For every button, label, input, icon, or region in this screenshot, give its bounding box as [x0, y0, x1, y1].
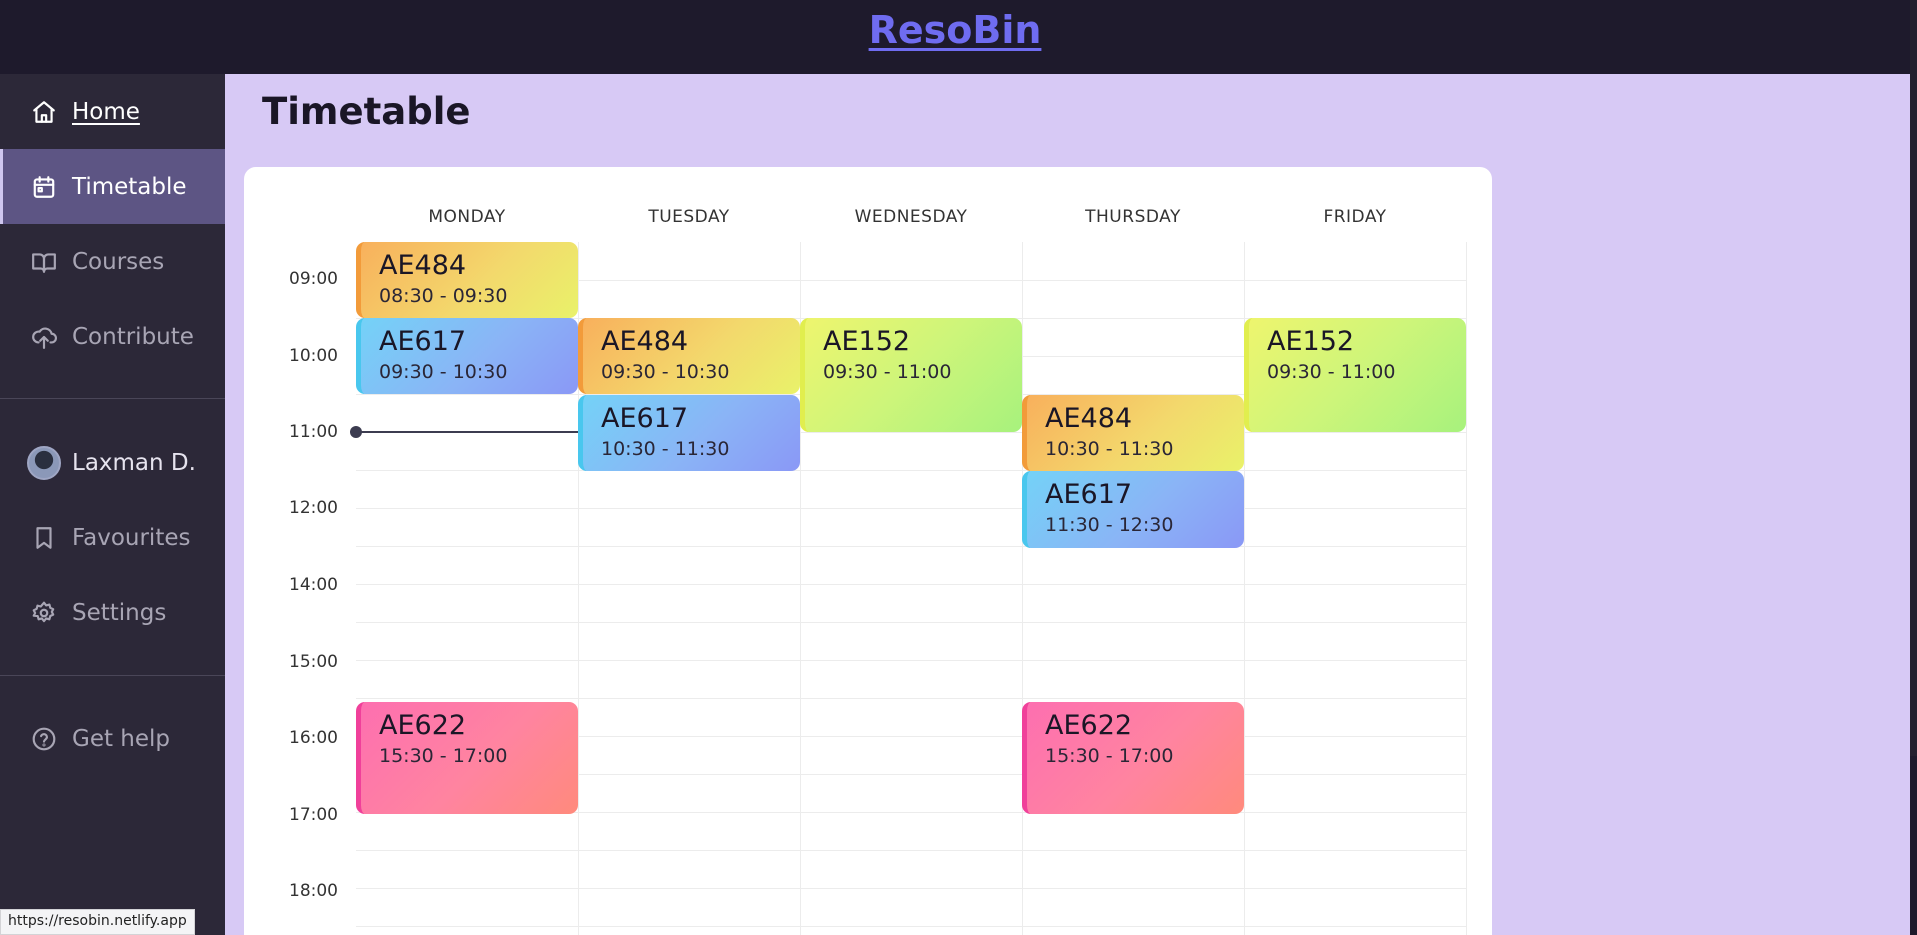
course-code: AE617	[601, 403, 689, 434]
sidebar-item-favourites[interactable]: Favourites	[0, 500, 225, 575]
course-event[interactable]: AE152 09:30 - 11:00	[800, 318, 1022, 432]
current-time-dot	[350, 426, 362, 438]
course-code: AE484	[379, 250, 467, 281]
page-title: Timetable	[262, 90, 471, 133]
grid-line	[356, 622, 1466, 623]
time-label: 09:00	[289, 269, 338, 289]
sidebar-item-contribute[interactable]: Contribute	[0, 299, 225, 374]
course-time: 09:30 - 11:00	[823, 361, 952, 383]
course-code: AE617	[1045, 479, 1133, 510]
time-label: 14:00	[289, 575, 338, 595]
user-name: Laxman D.	[72, 449, 196, 476]
course-time: 10:30 - 11:30	[601, 438, 730, 460]
course-event[interactable]: AE152 09:30 - 11:00	[1244, 318, 1466, 432]
time-label: 15:00	[289, 652, 338, 672]
course-event[interactable]: AE617 11:30 - 12:30	[1022, 471, 1244, 548]
calendar-icon	[30, 173, 58, 201]
sidebar-divider	[0, 675, 225, 676]
course-code: AE484	[601, 326, 689, 357]
day-header-friday: FRIDAY	[1323, 207, 1387, 227]
sidebar-item-label: Contribute	[72, 323, 194, 350]
course-time: 10:30 - 11:30	[1045, 438, 1174, 460]
day-header-tuesday: TUESDAY	[648, 207, 730, 227]
course-time: 15:30 - 17:00	[379, 745, 508, 767]
grid-line	[356, 660, 1466, 661]
time-label: 18:00	[289, 881, 338, 901]
sidebar-item-label: Favourites	[72, 524, 191, 551]
sidebar-item-courses[interactable]: Courses	[0, 224, 225, 299]
avatar	[27, 445, 61, 480]
sidebar-item-label: Get help	[72, 725, 171, 752]
day-header-wednesday: WEDNESDAY	[854, 207, 968, 227]
sidebar: Home Timetable Courses Contribute Laxman…	[0, 74, 225, 935]
sidebar-item-label: Settings	[72, 599, 167, 626]
top-header: ResoBin	[0, 0, 1910, 74]
course-code: AE152	[1267, 326, 1355, 357]
book-icon	[30, 248, 58, 276]
grid-line	[356, 850, 1466, 851]
course-code: AE622	[379, 710, 467, 741]
bookmark-icon	[30, 524, 58, 552]
sidebar-item-settings[interactable]: Settings	[0, 575, 225, 650]
grid-line	[356, 584, 1466, 585]
cloud-upload-icon	[30, 323, 58, 351]
course-time: 09:30 - 11:00	[1267, 361, 1396, 383]
gear-icon	[30, 599, 58, 627]
sidebar-item-label: Courses	[72, 248, 165, 275]
course-time: 15:30 - 17:00	[1045, 745, 1174, 767]
current-time-line	[356, 431, 578, 433]
column-divider	[1466, 242, 1467, 935]
time-label: 10:00	[289, 346, 338, 366]
scrollbar-track[interactable]	[1910, 0, 1917, 935]
course-time: 08:30 - 09:30	[379, 285, 508, 307]
course-time: 09:30 - 10:30	[601, 361, 730, 383]
course-code: AE484	[1045, 403, 1133, 434]
course-event[interactable]: AE617 10:30 - 11:30	[578, 395, 800, 471]
help-circle-icon	[30, 725, 58, 753]
course-event[interactable]: AE484 09:30 - 10:30	[578, 318, 800, 394]
grid-line	[356, 926, 1466, 927]
course-event[interactable]: AE484 08:30 - 09:30	[356, 242, 578, 318]
scrollbar-thumb[interactable]	[1910, 0, 1917, 756]
sidebar-item-profile[interactable]: Laxman D.	[0, 425, 225, 500]
course-event[interactable]: AE484 10:30 - 11:30	[1022, 395, 1244, 471]
course-time: 09:30 - 10:30	[379, 361, 508, 383]
day-header-thursday: THURSDAY	[1085, 207, 1181, 227]
active-indicator	[0, 149, 3, 224]
course-code: AE152	[823, 326, 911, 357]
grid-line	[356, 888, 1466, 889]
day-header-monday: MONDAY	[428, 207, 506, 227]
time-label: 12:00	[289, 498, 338, 518]
course-time: 11:30 - 12:30	[1045, 514, 1174, 536]
sidebar-item-get-help[interactable]: Get help	[0, 701, 225, 776]
sidebar-item-label: Home	[72, 98, 140, 125]
home-icon	[30, 98, 58, 126]
grid-line	[356, 546, 1466, 547]
course-code: AE622	[1045, 710, 1133, 741]
brand-logo-link[interactable]: ResoBin	[0, 8, 1910, 52]
sidebar-item-home[interactable]: Home	[0, 74, 225, 149]
course-event[interactable]: AE622 15:30 - 17:00	[1022, 702, 1244, 814]
status-bar-url: https://resobin.netlify.app	[0, 909, 195, 935]
time-label: 17:00	[289, 805, 338, 825]
sidebar-item-timetable[interactable]: Timetable	[0, 149, 225, 224]
time-label: 16:00	[289, 728, 338, 748]
column-divider	[1022, 242, 1023, 935]
course-event[interactable]: AE622 15:30 - 17:00	[356, 702, 578, 814]
course-event[interactable]: AE617 09:30 - 10:30	[356, 318, 578, 394]
course-code: AE617	[379, 326, 467, 357]
time-label: 11:00	[289, 422, 338, 442]
grid-line	[356, 508, 1466, 509]
grid-line	[356, 698, 1466, 699]
sidebar-item-label: Timetable	[72, 173, 187, 200]
grid-line	[356, 470, 1466, 471]
sidebar-divider	[0, 398, 225, 399]
